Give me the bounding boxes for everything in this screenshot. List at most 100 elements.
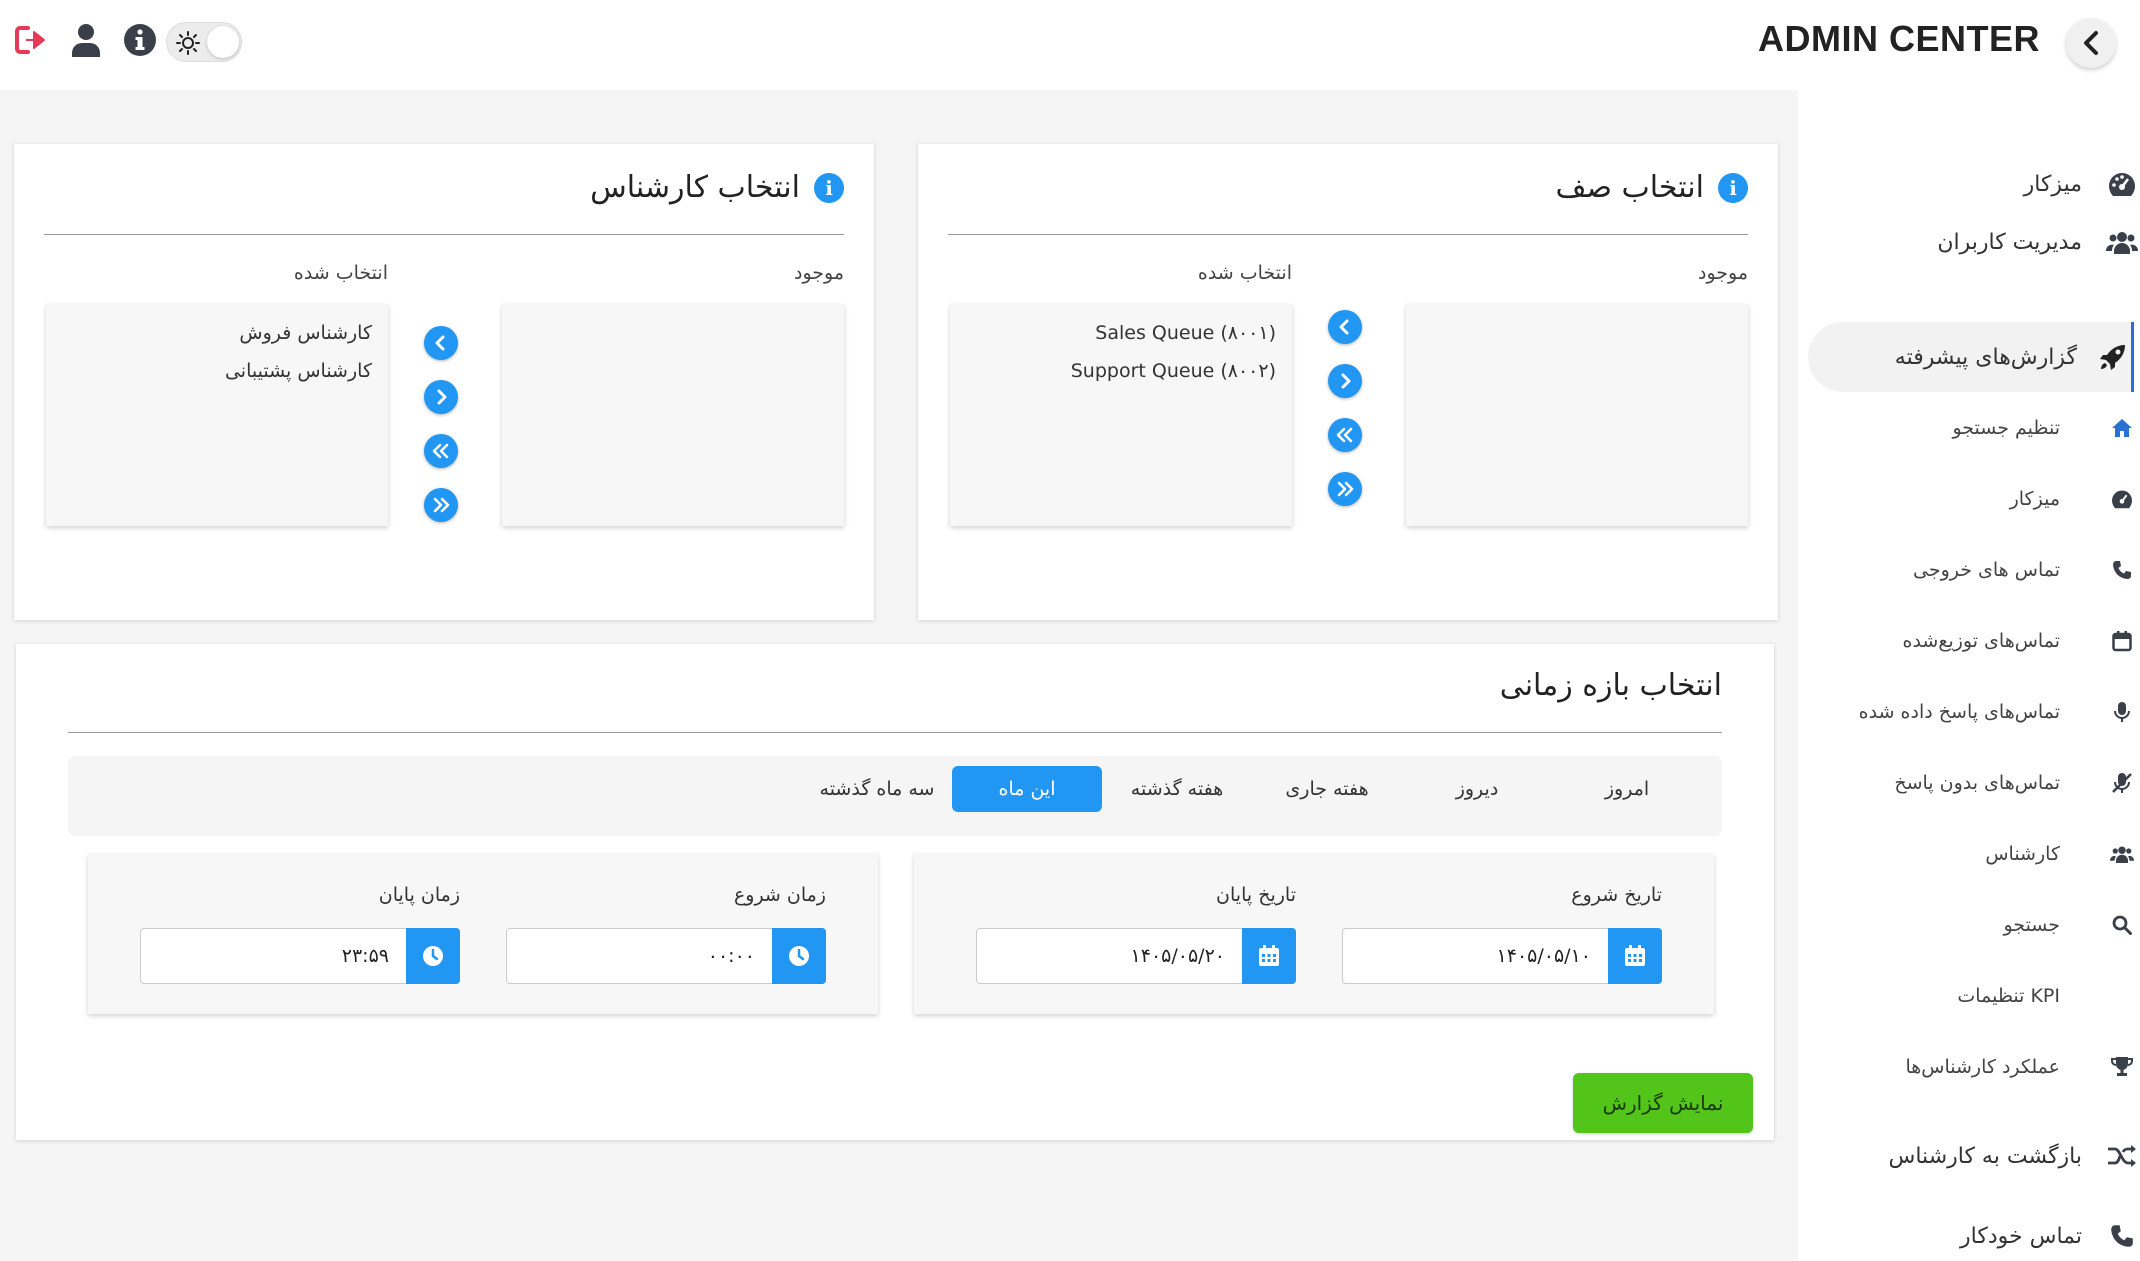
sidebar-item-dashboard[interactable]: میزکار [1798,158,2140,210]
double-chevron-left-icon [1336,427,1353,443]
chevron-left-icon [1339,319,1349,335]
clock-icon [789,946,809,966]
preset-today[interactable]: امروز [1552,766,1702,812]
sidebar-item-outgoing-calls[interactable]: تماس های خروجی [1798,544,2140,596]
preset-yesterday[interactable]: دیروز [1402,766,1552,812]
calendar-button[interactable] [1608,928,1662,984]
preset-this-month[interactable]: این ماه [952,766,1102,812]
sidebar-collapse-button[interactable] [2066,18,2116,68]
main-content: i انتخاب صف موجود انتخاب شده Sales Queue… [0,90,1798,1261]
move-all-right-button[interactable] [424,488,458,522]
queue-select-card: i انتخاب صف موجود انتخاب شده Sales Queue… [918,144,1778,620]
time-range-box: زمان شروع زمان پایان ۰۰:۰۰ ۲۳:۵۹ [88,854,878,1014]
start-time-value: ۰۰:۰۰ [707,945,755,967]
time-range-card: انتخاب بازه زمانی امروز دیروز هفته جاری … [16,644,1774,1140]
chevron-left-icon [2084,31,2098,55]
double-chevron-right-icon [433,497,450,513]
selected-label: انتخاب شده [1197,262,1292,284]
range-preset-bar: امروز دیروز هفته جاری هفته گذشته این ماه… [68,756,1722,836]
sidebar-item-kpi-settings[interactable]: تنظیمات KPI [1798,970,2140,1022]
agent-select-card: i انتخاب کارشناس موجود انتخاب شده کارشنا… [14,144,874,620]
show-report-button[interactable]: نمایش گزارش [1573,1073,1753,1133]
sidebar-item-unanswered-calls[interactable]: تماس‌های بدون پاسخ [1798,757,2140,809]
queue-available-list[interactable] [1406,304,1748,526]
sidebar-item-user-management[interactable]: مدیریت کاربران [1798,216,2140,268]
sidebar: میزکار مدیریت کاربران گزارش‌های پیشرفته … [1798,90,2140,1261]
calendar-icon [1259,945,1279,966]
sidebar-item-distributed-calls[interactable]: تماس‌های توزیع‌شده [1798,615,2140,667]
info-icon[interactable]: i [1718,172,1748,203]
shuffle-icon [2104,1138,2140,1174]
calendar-icon [1625,945,1645,966]
preset-last-week[interactable]: هفته گذشته [1102,766,1252,812]
sidebar-item-search[interactable]: جستجو [1798,899,2140,951]
sidebar-item-dashboard-sub[interactable]: میزکار [1798,473,2140,525]
rocket-icon [2095,339,2131,375]
mic-icon [2104,694,2140,730]
chevron-right-icon [1341,373,1351,389]
start-date-field[interactable]: ۱۴۰۵/۰۵/۱۰ [1342,928,1662,984]
sidebar-item-agent[interactable]: کارشناس [1798,828,2140,880]
sidebar-item-answered-calls[interactable]: تماس‌های پاسخ داده شده [1798,686,2140,738]
list-item[interactable]: کارشناس پشتیبانی [225,360,372,382]
queue-selected-list[interactable]: Sales Queue (۸۰۰۱) Support Queue (۸۰۰۲) [950,304,1292,526]
list-item[interactable]: Support Queue (۸۰۰۲) [1071,360,1276,382]
clock-icon [423,946,443,966]
double-chevron-right-icon [1337,481,1354,497]
top-header: ADMIN CENTER [0,0,2140,90]
info-icon[interactable] [120,20,160,60]
brand-title: ADMIN CENTER [1758,18,2040,59]
available-label: موجود [1697,262,1748,284]
date-range-box: تاریخ شروع تاریخ پایان ۱۴۰۵/۰۵/۱۰ ۱۴۰۵/۰… [914,854,1714,1014]
move-all-left-button[interactable] [424,434,458,468]
divider [948,234,1748,235]
preset-last-three-months[interactable]: سه ماه گذشته [802,766,952,812]
sun-icon [175,30,201,56]
chevron-right-icon [437,389,447,405]
sidebar-item-advanced-reports[interactable]: گزارش‌های پیشرفته [1808,322,2134,392]
move-all-right-button[interactable] [1328,472,1362,506]
divider [68,732,1722,733]
end-date-label: تاریخ پایان [1216,884,1296,906]
calendar-button[interactable] [1242,928,1296,984]
user-icon[interactable] [66,20,106,60]
sidebar-item-return-to-agent[interactable]: بازگشت به کارشناس [1798,1130,2140,1182]
move-right-button[interactable] [1328,364,1362,398]
dashboard-icon [2104,166,2140,202]
clock-button[interactable] [772,928,826,984]
available-label: موجود [793,262,844,284]
phone-icon [2104,1218,2140,1254]
list-item[interactable]: Sales Queue (۸۰۰۱) [1095,322,1276,344]
info-icon[interactable]: i [814,172,844,203]
theme-toggle[interactable] [166,22,242,62]
start-time-label: زمان شروع [733,884,826,906]
end-date-field[interactable]: ۱۴۰۵/۰۵/۲۰ [976,928,1296,984]
sidebar-item-agent-performance[interactable]: عملکرد کارشناس‌ها [1798,1041,2140,1093]
phone-icon [2104,552,2140,588]
start-time-field[interactable]: ۰۰:۰۰ [506,928,826,984]
start-date-value: ۱۴۰۵/۰۵/۱۰ [1496,945,1591,967]
range-card-title: انتخاب بازه زمانی [1499,668,1722,703]
preset-this-week[interactable]: هفته جاری [1252,766,1402,812]
start-date-label: تاریخ شروع [1571,884,1662,906]
clock-button[interactable] [406,928,460,984]
sidebar-item-auto-call[interactable]: تماس خودکار [1798,1210,2140,1261]
selected-label: انتخاب شده [293,262,388,284]
home-icon [2104,410,2140,446]
list-item[interactable]: کارشناس فروش [239,322,372,344]
agent-available-list[interactable] [502,304,844,526]
agent-selected-list[interactable]: کارشناس فروش کارشناس پشتیبانی [46,304,388,526]
move-left-button[interactable] [424,326,458,360]
logout-icon[interactable] [12,20,52,60]
end-time-field[interactable]: ۲۳:۵۹ [140,928,460,984]
sidebar-item-search-settings[interactable]: تنظیم جستجو [1798,402,2140,454]
end-date-value: ۱۴۰۵/۰۵/۲۰ [1130,945,1225,967]
toggle-knob [207,26,239,58]
end-time-value: ۲۳:۵۹ [341,945,389,967]
dashboard-icon [2104,481,2140,517]
move-all-left-button[interactable] [1328,418,1362,452]
move-right-button[interactable] [424,380,458,414]
move-left-button[interactable] [1328,310,1362,344]
blank-icon [2104,978,2140,1014]
search-icon [2104,907,2140,943]
